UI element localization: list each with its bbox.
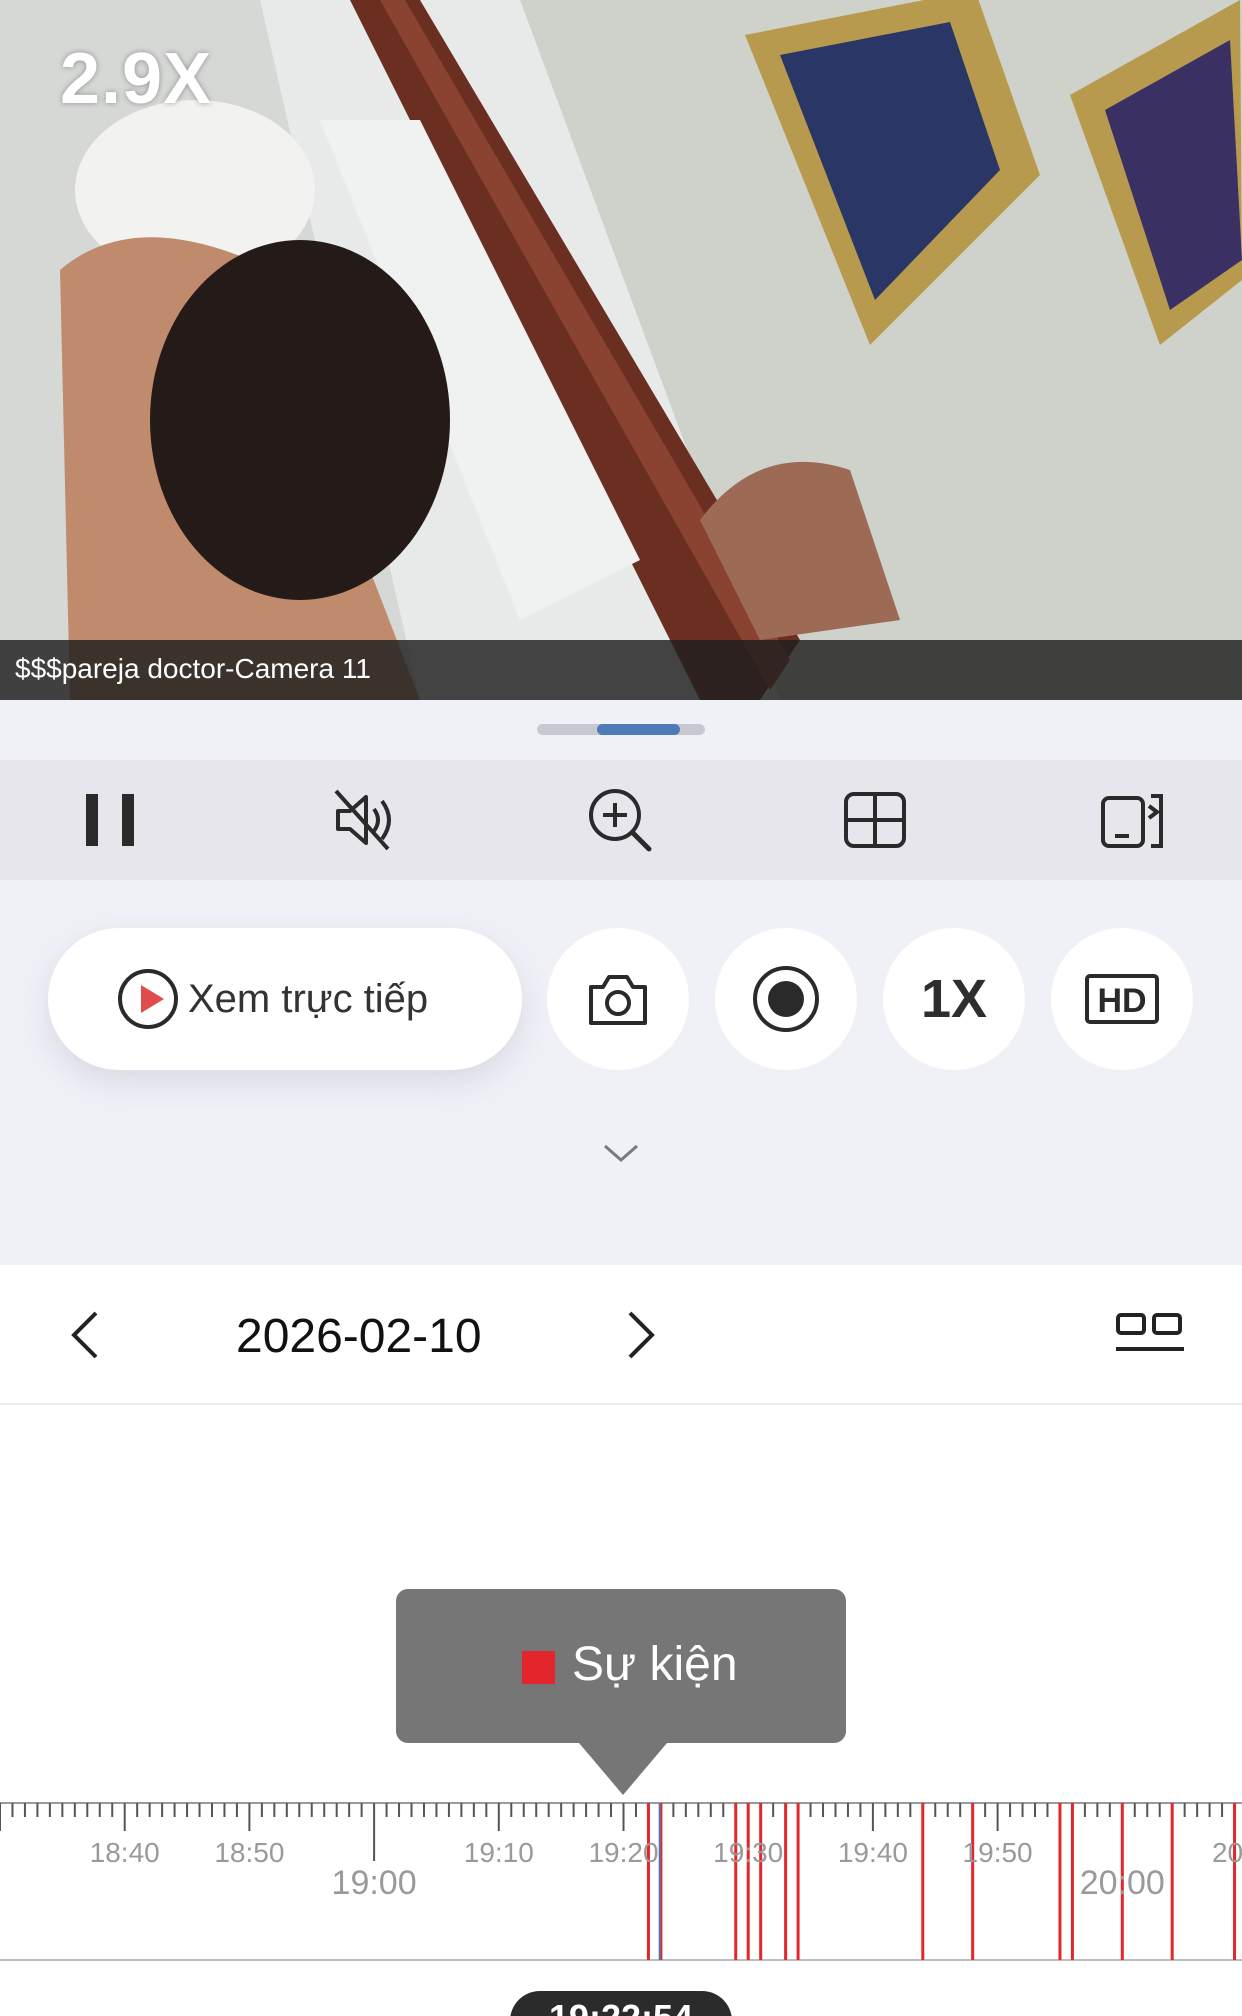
camera-name-bar: $$$pareja doctor-Camera 11 [0,640,1242,700]
chevron-left-icon[interactable] [60,1307,116,1363]
pause-icon [86,794,134,846]
video-player[interactable]: 2.9X $$$pareja doctor-Camera 11 [0,0,1242,700]
event-tooltip: Sự kiện [396,1589,846,1743]
timeline-tick-label: 19:50 [963,1837,1033,1868]
live-view-label: Xem trực tiếp [188,976,429,1021]
playback-screen: { "video": { "zoom_level": "2.9X", "came… [0,0,1242,2016]
quality-label: HD [1097,982,1146,1020]
timeline-tick-label: 19:30 [713,1837,783,1868]
chevron-down-icon[interactable] [601,1140,641,1166]
timeline-tick-label: 20:10 [1212,1837,1242,1868]
snapshot-button[interactable] [547,928,689,1070]
event-tooltip-arrow [579,1743,667,1795]
record-icon [753,966,819,1032]
layout-toggle-icon[interactable] [1110,1305,1190,1365]
timeline-tick-label: 18:50 [214,1837,284,1868]
current-time-badge: 19:22:54 [510,1991,732,2016]
timeline-tick-label: 19:20 [588,1837,658,1868]
zoom-in-button[interactable] [560,760,680,880]
timeline-major-label: 20:00 [1080,1864,1165,1902]
timeline-tick-label: 19:10 [464,1837,534,1868]
drag-handle-indicator [597,724,680,735]
zoom-in-icon [589,789,652,852]
zoom-level-label: 2.9X [60,39,213,119]
hd-icon: HD [1085,974,1159,1024]
multi-view-icon [844,792,906,848]
play-icon [118,969,178,1029]
speed-label: 1X [920,969,988,1029]
pause-button[interactable] [50,760,170,880]
record-button[interactable] [715,928,857,1070]
event-legend-swatch [522,1651,555,1684]
camera-icon [589,975,647,1025]
date-bar: 2026-02-10 [0,1265,1242,1405]
rotate-screen-button[interactable] [1072,760,1192,880]
current-time: 19:22:54 [510,1997,732,2016]
multi-view-button[interactable] [815,760,935,880]
live-view-button[interactable]: Xem trực tiếp [48,928,522,1070]
mute-icon [334,789,391,851]
timeline-tick-label: 18:40 [90,1837,160,1868]
quality-button[interactable]: HD [1051,928,1193,1070]
mute-button[interactable] [305,760,425,880]
playback-toolbar [0,760,1242,880]
timeline-major-label: 19:00 [332,1864,417,1902]
control-area: Xem trực tiếp 1X HD [0,700,1242,1265]
chevron-right-icon[interactable] [610,1307,666,1363]
camera-name: $$$pareja doctor-Camera 11 [15,653,371,684]
timeline-ruler[interactable]: 18:40 18:50 19:10 19:20 19:30 19:40 19:50 20:10… [0,1794,1242,1966]
rotate-screen-icon [1101,794,1163,848]
current-date[interactable]: 2026-02-10 [236,1309,482,1364]
timeline-tick-label: 19:40 [838,1837,908,1868]
event-legend-label: Sự kiện [572,1638,738,1691]
playback-speed-button[interactable]: 1X [883,928,1025,1070]
